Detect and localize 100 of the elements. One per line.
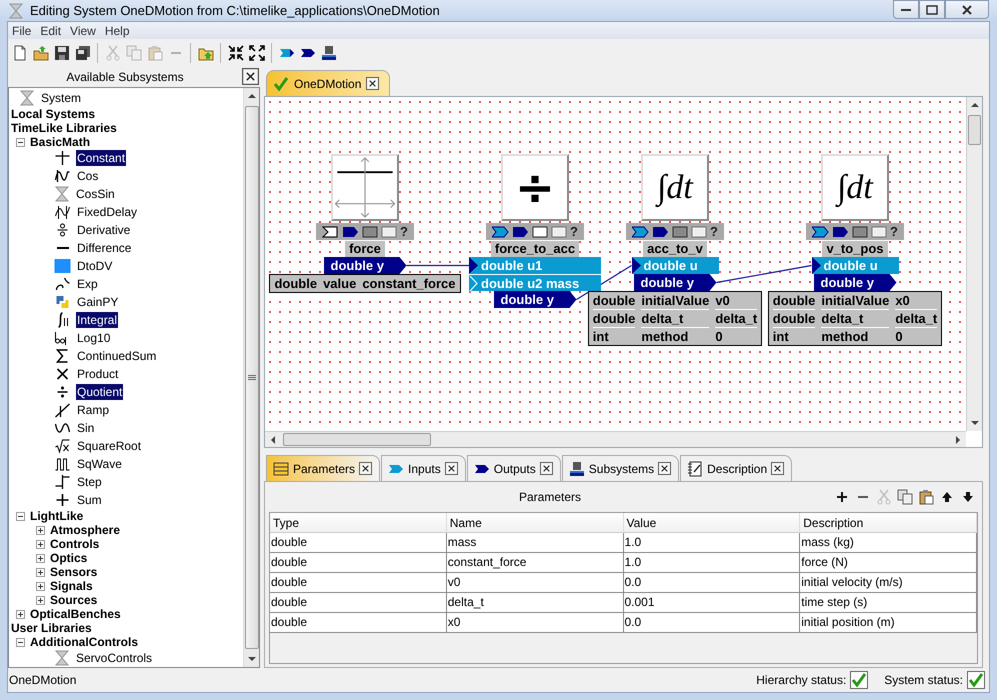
expand-toggle[interactable] — [36, 554, 45, 562]
tree-item[interactable]: ContinuedSum — [76, 348, 158, 364]
menu-item[interactable]: View — [70, 22, 96, 40]
collapse-button[interactable] — [227, 44, 244, 62]
tree-item[interactable]: Ramp — [76, 402, 110, 418]
tree-item[interactable]: Difference — [76, 240, 132, 256]
tree-item[interactable]: System — [40, 90, 82, 106]
output-port[interactable]: double y — [634, 274, 716, 291]
close-icon[interactable] — [444, 462, 458, 475]
tree-item[interactable]: GainPY — [76, 294, 120, 310]
tree-item[interactable]: Constant — [76, 150, 126, 166]
panel-tab[interactable]: Inputs — [381, 455, 466, 481]
panel-tab[interactable]: Outputs — [466, 455, 561, 481]
tree-item[interactable]: AdditionalControls — [30, 635, 138, 649]
parameters-icon[interactable] — [852, 224, 868, 238]
expand-button[interactable] — [248, 44, 265, 62]
window-icon[interactable] — [691, 224, 708, 238]
expand-toggle[interactable] — [16, 638, 25, 646]
tree-item[interactable]: TimeLike Libraries — [11, 121, 117, 135]
output-port-icon[interactable] — [342, 224, 360, 238]
help-button[interactable]: ? — [710, 224, 718, 238]
expand-toggle[interactable] — [36, 568, 45, 576]
tree-item[interactable]: Local Systems — [11, 107, 96, 121]
tree-item[interactable]: Sensors — [50, 565, 98, 579]
scrollbar[interactable] — [265, 431, 966, 447]
tree-item[interactable]: Sin — [76, 420, 96, 436]
tree-item[interactable]: FixedDelay — [76, 204, 138, 220]
monitor-button[interactable] — [320, 44, 337, 62]
panel-tab[interactable]: Subsystems — [562, 455, 680, 481]
tree-item[interactable]: Product — [76, 366, 120, 382]
panel-tab[interactable]: Parameters — [266, 455, 380, 481]
expand-toggle[interactable] — [36, 540, 45, 548]
menu-item[interactable]: Edit — [40, 22, 62, 40]
window-maximize-button[interactable] — [919, 0, 945, 19]
scroll-thumb[interactable] — [244, 106, 258, 649]
output-port-icon[interactable] — [512, 224, 530, 238]
open-folder-button[interactable] — [32, 44, 49, 62]
tree-item[interactable]: Atmosphere — [50, 523, 120, 537]
expand-toggle[interactable] — [16, 610, 25, 618]
input-port-icon[interactable] — [492, 224, 510, 238]
save-all-button[interactable] — [74, 44, 91, 62]
window-icon[interactable] — [871, 224, 888, 238]
input-port-icon[interactable] — [812, 224, 830, 238]
connector-line[interactable] — [406, 264, 469, 266]
scroll-thumb[interactable] — [968, 115, 981, 145]
scrollbar[interactable] — [966, 97, 982, 431]
tree-item[interactable]: CosSin — [75, 186, 116, 202]
tree-item[interactable]: Cos — [76, 168, 100, 184]
close-icon[interactable] — [540, 462, 553, 475]
tree-item[interactable]: ServoControls — [75, 650, 154, 666]
tree-item[interactable]: LightLike — [30, 509, 84, 523]
tree-item[interactable]: Sources — [50, 593, 98, 607]
tree-item[interactable]: Step — [76, 474, 103, 490]
tree-item[interactable]: Sum — [76, 492, 103, 508]
tree-item[interactable]: Signals — [50, 579, 93, 593]
output-port[interactable]: double y — [814, 274, 896, 291]
close-icon[interactable] — [359, 462, 372, 475]
close-icon[interactable] — [771, 462, 784, 475]
help-button[interactable]: ? — [570, 224, 578, 238]
tree-item[interactable]: Controls — [50, 537, 100, 551]
expand-toggle[interactable] — [16, 512, 25, 520]
parameters-icon[interactable] — [672, 224, 688, 238]
expand-toggle[interactable] — [36, 596, 45, 604]
window-icon[interactable] — [551, 224, 568, 238]
tree-item[interactable]: Quotient — [76, 384, 124, 400]
window-minimize-button[interactable] — [893, 0, 919, 19]
help-button[interactable]: ? — [890, 224, 898, 238]
tree-item[interactable]: BasicMath — [30, 135, 90, 149]
close-icon[interactable] — [366, 77, 380, 90]
output-port[interactable]: double y — [494, 291, 576, 308]
tree-item[interactable]: SqWave — [76, 456, 123, 472]
output-port-icon[interactable] — [832, 224, 850, 238]
expand-toggle[interactable] — [36, 582, 45, 590]
close-icon[interactable] — [658, 462, 672, 475]
menu-item[interactable]: Help — [104, 22, 130, 40]
expand-toggle[interactable] — [16, 138, 25, 146]
parameters-icon[interactable] — [362, 224, 378, 238]
connector-line[interactable] — [716, 264, 812, 284]
tree-item[interactable]: Derivative — [76, 222, 132, 238]
expand-toggle[interactable] — [36, 526, 45, 534]
scroll-thumb[interactable] — [283, 433, 431, 446]
menu-item[interactable]: File — [12, 22, 32, 40]
document-tab[interactable]: OneDMotion — [266, 70, 390, 96]
help-button[interactable]: ? — [400, 224, 408, 238]
tree-item[interactable]: SquareRoot — [76, 438, 142, 454]
copy-button[interactable] — [896, 488, 913, 506]
output-port[interactable]: double y — [324, 257, 406, 274]
tree-item[interactable]: Exp — [76, 276, 99, 292]
input-port-icon[interactable] — [632, 224, 650, 238]
panel-tab[interactable]: Description — [680, 455, 792, 481]
save-button[interactable] — [53, 44, 70, 62]
paste-button[interactable] — [917, 488, 934, 506]
tree-item[interactable]: OpticalBenches — [30, 607, 121, 621]
tree-item[interactable]: DtoDV — [76, 258, 114, 274]
window-close-button[interactable] — [945, 0, 989, 19]
window-icon[interactable] — [381, 224, 398, 238]
tree-item[interactable]: Log10 — [76, 330, 112, 346]
tree-item[interactable]: Integral — [76, 312, 118, 328]
tree-item[interactable]: Optics — [50, 551, 88, 565]
close-icon[interactable] — [242, 68, 259, 85]
